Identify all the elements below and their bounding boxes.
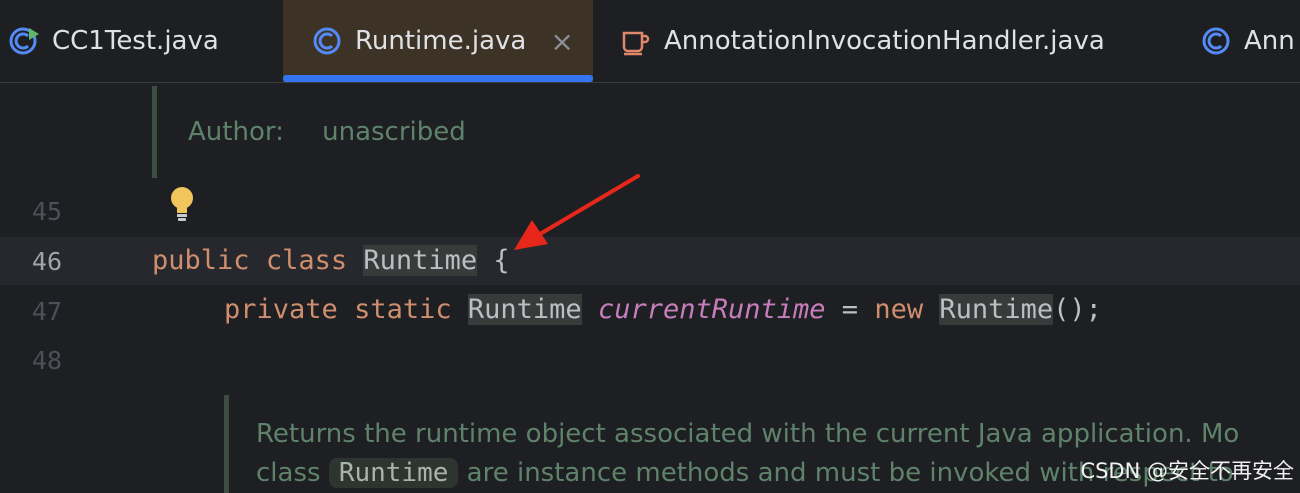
line-number: 48 [31,346,62,375]
class-run-icon [9,27,39,55]
javadoc-word: class [256,458,321,488]
annotation-arrow [514,174,640,250]
javadoc-author: Author: unascribed [188,117,466,147]
javadoc-author-label: Author: [188,117,284,147]
tab-label: CC1Test.java [52,26,219,56]
keyword: private [224,294,338,325]
keyword: static [354,294,452,325]
coffee-cup-icon [622,31,650,56]
active-tab-indicator [283,75,593,82]
line-number: 47 [31,297,62,326]
constructor-highlighted: Runtime [939,294,1054,325]
tab-annotation-invocation-handler[interactable]: AnnotationInvocationHandler.java [620,0,1105,82]
javadoc-author-value: unascribed [322,117,466,147]
class-icon [313,27,341,55]
line-number: 45 [31,197,62,226]
type-name-highlighted: Runtime [467,294,582,325]
javadoc-inline-code: Runtime [328,458,459,488]
tab-label: AnnotationInvocationHandler.java [664,26,1105,56]
class-icon [1202,27,1230,55]
close-icon[interactable]: × [550,25,573,58]
keyword: public [152,245,250,276]
keyword: new [874,294,924,325]
editor-tab-bar: CC1Test.java Runtime.java × AnnotationIn… [0,0,1300,83]
javadoc-bar [152,86,157,178]
watermark: CSDN @安全不再安全 [1080,459,1294,483]
tab-ann-truncated[interactable]: Ann [1200,0,1295,82]
line-number-gutter: 45 46 47 48 [0,83,146,493]
javadoc-bar [224,395,229,493]
keyword: class [265,245,348,276]
class-name-highlighted: Runtime [363,245,478,276]
tab-cc1test[interactable]: CC1Test.java [8,0,219,82]
call-tail: (); [1053,294,1102,325]
operator: = [841,294,859,325]
tab-label: Ann [1244,26,1295,56]
javadoc-text-line: Returns the runtime object associated wi… [256,419,1240,449]
line-number: 46 [31,247,62,276]
tab-runtime[interactable]: Runtime.java × [283,0,593,82]
static-field: currentRuntime [597,294,826,325]
code-line-47: private static Runtime currentRuntime = … [224,294,1102,325]
code-line-46: public class Runtime { [152,245,510,276]
lightbulb-icon[interactable] [168,185,196,223]
tab-label: Runtime.java [355,26,527,56]
